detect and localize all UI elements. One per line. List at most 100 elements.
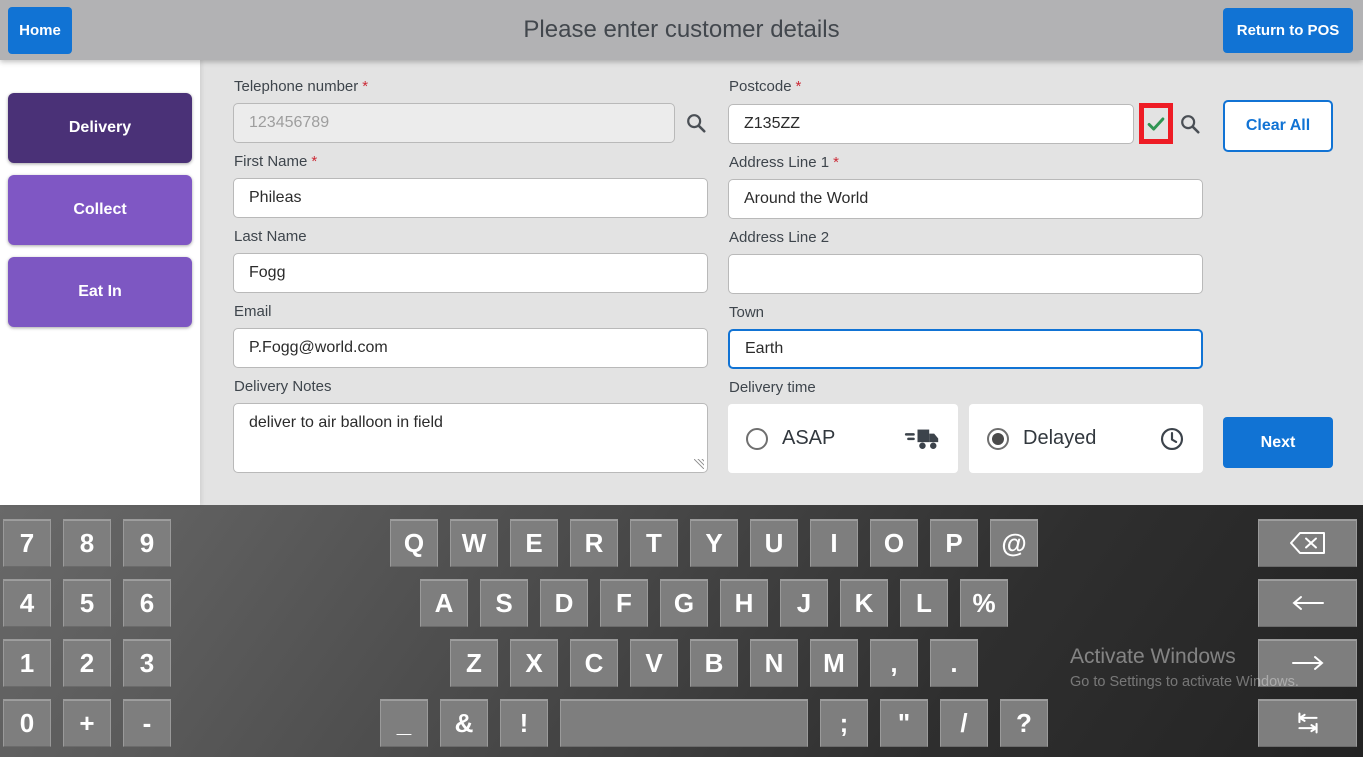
search-icon[interactable]: [1179, 113, 1201, 135]
key-F[interactable]: F: [600, 579, 648, 627]
key-space[interactable]: [560, 699, 808, 747]
form-column-left: Telephone number* First Name* Last Name …: [233, 77, 708, 482]
search-icon[interactable]: [685, 112, 707, 134]
arrow-left-icon: [1291, 596, 1324, 610]
key-R[interactable]: R: [570, 519, 618, 567]
email-label: Email: [234, 303, 272, 320]
key-E[interactable]: E: [510, 519, 558, 567]
key-&[interactable]: &: [440, 699, 488, 747]
last-name-input[interactable]: [233, 253, 708, 293]
key-S[interactable]: S: [480, 579, 528, 627]
key-_[interactable]: _: [380, 699, 428, 747]
key-@[interactable]: @: [990, 519, 1038, 567]
key-P[interactable]: P: [930, 519, 978, 567]
key-A[interactable]: A: [420, 579, 468, 627]
key-7[interactable]: 7: [3, 519, 51, 567]
key-N[interactable]: N: [750, 639, 798, 687]
town-label: Town: [729, 304, 765, 321]
sidebar-item-eat-in[interactable]: Eat In: [8, 257, 192, 327]
return-to-pos-button[interactable]: Return to POS: [1223, 8, 1353, 53]
telephone-field-row: Telephone number *: [233, 77, 708, 143]
key-K[interactable]: K: [840, 579, 888, 627]
key-V[interactable]: V: [630, 639, 678, 687]
key-L[interactable]: L: [900, 579, 948, 627]
next-button[interactable]: Next: [1223, 417, 1333, 468]
key-;[interactable]: ;: [820, 699, 868, 747]
key-6[interactable]: 6: [123, 579, 171, 627]
key-%[interactable]: %: [960, 579, 1008, 627]
required-asterisk: *: [795, 78, 802, 95]
customer-details-form: Telephone number* First Name* Last Name …: [200, 60, 1363, 505]
key-3[interactable]: 3: [123, 639, 171, 687]
address2-field-row: Address Line 2: [728, 228, 1203, 294]
tab-icon: [1297, 712, 1318, 734]
address2-input[interactable]: [728, 254, 1203, 294]
delayed-option[interactable]: Delayed: [969, 404, 1203, 473]
postcode-input[interactable]: [728, 103, 1134, 144]
keyboard-row-3: ZXCVBNM,.: [450, 639, 978, 687]
key-C[interactable]: C: [570, 639, 618, 687]
key-1[interactable]: 1: [3, 639, 51, 687]
required-asterisk: *: [311, 153, 318, 170]
delayed-label: Delayed: [1023, 427, 1097, 449]
delayed-radio[interactable]: [987, 427, 1009, 450]
first-name-field-row: First Name *: [233, 152, 708, 218]
asap-radio[interactable]: [746, 427, 768, 450]
clear-all-button[interactable]: Clear All: [1223, 100, 1333, 152]
key-Q[interactable]: Q: [390, 519, 438, 567]
key-"[interactable]: ": [880, 699, 928, 747]
key-X[interactable]: X: [510, 639, 558, 687]
key-/[interactable]: /: [940, 699, 988, 747]
required-asterisk: *: [362, 78, 369, 95]
first-name-input[interactable]: [233, 178, 708, 218]
key-,[interactable]: ,: [870, 639, 918, 687]
key-T[interactable]: T: [630, 519, 678, 567]
key-B[interactable]: B: [690, 639, 738, 687]
key-Z[interactable]: Z: [450, 639, 498, 687]
key--[interactable]: -: [123, 699, 171, 747]
resize-handle[interactable]: [694, 459, 704, 469]
keyboard-row-1: Q W E R T Y U I O P @: [390, 519, 1038, 567]
sidebar-item-delivery[interactable]: Delivery: [8, 93, 192, 163]
key-9[interactable]: 9: [123, 519, 171, 567]
asap-option[interactable]: ASAP: [728, 404, 958, 473]
key-2[interactable]: 2: [63, 639, 111, 687]
key-Y[interactable]: Y: [690, 519, 738, 567]
keyboard-row-2: A S D F G H J K L%: [420, 579, 1008, 627]
home-button[interactable]: Home: [8, 7, 72, 54]
address1-input[interactable]: [728, 179, 1203, 219]
address2-label: Address Line 2: [729, 229, 830, 246]
key-O[interactable]: O: [870, 519, 918, 567]
postcode-label: Postcode *: [729, 78, 802, 95]
key-5[interactable]: 5: [63, 579, 111, 627]
key-I[interactable]: I: [810, 519, 858, 567]
key-U[interactable]: U: [750, 519, 798, 567]
key-backspace[interactable]: [1258, 519, 1357, 567]
key-.[interactable]: .: [930, 639, 978, 687]
keyboard-row-4: _ &! ; " /?: [380, 699, 1048, 747]
sidebar-item-collect[interactable]: Collect: [8, 175, 192, 245]
key-8[interactable]: 8: [63, 519, 111, 567]
key-+[interactable]: +: [63, 699, 111, 747]
key-arrow-right[interactable]: [1258, 639, 1357, 687]
key-J[interactable]: J: [780, 579, 828, 627]
key-W[interactable]: W: [450, 519, 498, 567]
required-asterisk: *: [833, 154, 839, 171]
key-0[interactable]: 0: [3, 699, 51, 747]
delivery-time-row: Delivery time ASAP Delayed: [728, 378, 1203, 473]
key-4[interactable]: 4: [3, 579, 51, 627]
telephone-input[interactable]: [233, 103, 675, 143]
key-arrow-left[interactable]: [1258, 579, 1357, 627]
email-input[interactable]: [233, 328, 708, 368]
town-input[interactable]: [728, 329, 1203, 369]
key-G[interactable]: G: [660, 579, 708, 627]
key-D[interactable]: D: [540, 579, 588, 627]
key-?[interactable]: ?: [1000, 699, 1048, 747]
delivery-notes-input[interactable]: deliver to air balloon in field: [233, 403, 708, 473]
key-H[interactable]: H: [720, 579, 768, 627]
key-![interactable]: !: [500, 699, 548, 747]
key-tab[interactable]: [1258, 699, 1357, 747]
header-bar: Please enter customer details Home Retur…: [0, 0, 1363, 60]
delivery-notes-label: Delivery Notes: [234, 378, 332, 395]
key-M[interactable]: M: [810, 639, 858, 687]
